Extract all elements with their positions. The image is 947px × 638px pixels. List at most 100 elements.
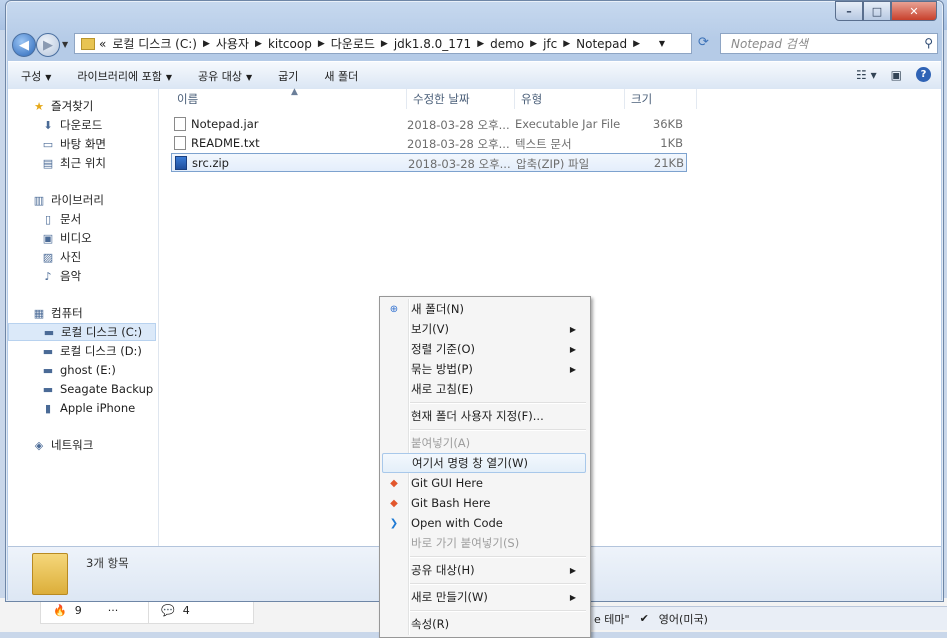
menu-item-label: Git Bash Here (411, 496, 491, 510)
breadcrumb-label: kitcoop (267, 36, 312, 51)
file-row[interactable]: Notepad.jar 2018-03-28 오후... Executable Ja… (171, 115, 687, 134)
nav-item[interactable]: ▭ 바탕 화면 (8, 135, 106, 153)
menu-item-label: Git GUI Here (411, 476, 483, 490)
maximize-button[interactable]: □ (863, 1, 891, 21)
menu-item[interactable]: 새로 고침(E) (382, 379, 586, 399)
menu-item[interactable]: 보기(V) ▶ (382, 319, 586, 339)
nav-item[interactable]: ⬇ 다운로드 (8, 116, 102, 134)
help-icon[interactable]: ? (916, 67, 931, 82)
column-header[interactable]: 크기 (625, 89, 697, 109)
command-bar: 구성 ▼ 라이브러리에 포함 ▼ 공유 대상 ▼ 굽기 새 폴더 ☷ ▾ ▣ ? (8, 61, 941, 90)
menu-item[interactable]: ◆ Git Bash Here (382, 493, 586, 513)
nav-item-label: 사진 (60, 250, 82, 264)
comment-icon: 💬 (161, 603, 175, 617)
column-header[interactable]: 유형 (515, 89, 625, 109)
nav-item[interactable]: ▮ Apple iPhone (8, 399, 135, 417)
toolbar-item[interactable]: 새 폴더 (311, 68, 371, 84)
close-button[interactable]: ✕ (891, 1, 937, 21)
search-icon[interactable]: ⚲ (924, 36, 933, 50)
nav-item[interactable]: ▬ 로컬 디스크 (C:) (8, 323, 156, 341)
file-size: 21KB (653, 156, 684, 170)
menu-item[interactable]: 묶는 방법(P) ▶ (382, 359, 586, 379)
nav-item[interactable]: ▯ 문서 (8, 210, 81, 228)
back-button[interactable]: ◀ (12, 33, 36, 57)
history-dropdown-icon[interactable]: ▼ (62, 40, 68, 49)
chevron-right-icon[interactable]: ▶ (633, 39, 640, 49)
address-dropdown-icon[interactable]: ▼ (659, 39, 665, 48)
menu-item[interactable]: ❯ Open with Code (382, 513, 586, 533)
chevron-right-icon[interactable]: ▶ (318, 39, 325, 49)
drive-icon: ▬ (42, 344, 54, 358)
nav-item[interactable]: ▨ 사진 (8, 248, 81, 266)
toolbar-item[interactable]: 구성 ▼ (8, 68, 64, 84)
address-bar[interactable]: « 로컬 디스크 (C:) ▶ 사용자 ▶ kitcoop ▶ 다운로드 ▶ jdk1.8.0_… (74, 33, 692, 54)
submenu-arrow-icon: ▶ (569, 592, 576, 602)
chevron-right-icon[interactable]: ▶ (255, 39, 262, 49)
nav-item[interactable]: ♪ 음악 (8, 267, 81, 285)
breadcrumb-label: Notepad (576, 36, 628, 51)
zip-file-icon (175, 156, 187, 170)
file-name: Notepad.jar (191, 117, 259, 131)
menu-item[interactable]: 정렬 기준(O) ▶ (382, 339, 586, 359)
nav-item-label: 최근 위치 (60, 156, 106, 170)
nav-item[interactable]: ▤ 최근 위치 (8, 154, 106, 172)
refresh-icon[interactable]: ⟳ (698, 35, 709, 50)
minimize-button[interactable]: – (835, 1, 863, 21)
nav-item[interactable]: ▣ 비디오 (8, 229, 92, 247)
language-indicator[interactable]: 영어(미국) (659, 611, 708, 627)
menu-item[interactable]: ⊕ 새 폴더(N) (382, 299, 586, 319)
overflow-crumb[interactable]: « (99, 37, 106, 51)
file-icon (174, 136, 186, 150)
column-header-label: 이름 (177, 92, 199, 106)
file-row[interactable]: README.txt 2018-03-28 오후... 텍스트 문서 1KB (171, 134, 687, 153)
menu-separator (410, 556, 586, 558)
menu-item: 붙여넣기(A) (382, 433, 586, 453)
chevron-right-icon[interactable]: ▶ (477, 39, 484, 49)
chevron-down-icon: ▼ (246, 72, 253, 82)
nav-item-label: 즐겨찾기 (51, 99, 94, 113)
view-options-icon[interactable]: ☷ ▾ (856, 68, 877, 82)
toolbar-item-label: 굽기 (278, 69, 299, 83)
nav-item[interactable]: ▬ ghost (E:) (8, 361, 116, 379)
menu-item[interactable]: ◆ Git GUI Here (382, 473, 586, 493)
chevron-right-icon[interactable]: ▶ (530, 39, 537, 49)
new-folder-icon: ⊕ (389, 303, 399, 315)
column-header[interactable]: 수정한 날짜 (407, 89, 515, 109)
column-header[interactable]: 이름 ▲ (171, 87, 407, 109)
nav-item[interactable]: ▦ 컴퓨터 (8, 304, 83, 322)
toolbar-item[interactable]: 굽기 (265, 68, 311, 84)
breadcrumb-item[interactable]: jdk1.8.0_171 ▶ (394, 35, 490, 52)
menu-item[interactable]: 속성(R) (382, 614, 586, 634)
menu-item[interactable]: 새로 만들기(W) ▶ (382, 587, 586, 607)
chevron-right-icon[interactable]: ▶ (203, 39, 210, 49)
file-row[interactable]: src.zip 2018-03-28 오후... 압축(ZIP) 파일 21KB (171, 153, 687, 172)
nav-item[interactable]: ◈ 네트워크 (8, 436, 94, 454)
breadcrumb-item[interactable]: 로컬 디스크 (C:) ▶ (112, 35, 216, 52)
breadcrumb-item[interactable]: jfc ▶ (543, 35, 576, 52)
toolbar-item-label: 새 폴더 (324, 69, 359, 83)
nav-item[interactable]: ▬ Seagate Backup Plu (8, 380, 158, 398)
address-row: ◀ ▶ ▼ « 로컬 디스크 (C:) ▶ 사용자 ▶ kitcoop ▶ 다운로드 ▶ jdk… (6, 31, 943, 57)
breadcrumb: 로컬 디스크 (C:) ▶ 사용자 ▶ kitcoop ▶ 다운로드 ▶ jdk1.8.0_17… (112, 35, 646, 52)
nav-item[interactable]: ▬ 로컬 디스크 (D:) (8, 342, 142, 360)
breadcrumb-item[interactable]: demo ▶ (490, 35, 543, 52)
menu-item[interactable]: 공유 대상(H) ▶ (382, 560, 586, 580)
breadcrumb-item[interactable]: 다운로드 ▶ (331, 35, 394, 52)
toolbar-item[interactable]: 라이브러리에 포함 ▼ (64, 68, 185, 84)
nav-item[interactable]: ★ 즐겨찾기 (8, 97, 93, 115)
nav-item[interactable]: ▥ 라이브러리 (8, 191, 104, 209)
toolbar-item[interactable]: 공유 대상 ▼ (185, 68, 265, 84)
menu-item[interactable]: 여기서 명령 창 열기(W) (382, 453, 586, 473)
breadcrumb-item[interactable]: Notepad ▶ (576, 35, 646, 52)
preview-pane-icon[interactable]: ▣ (891, 68, 902, 82)
search-input[interactable]: Notepad 검색 ⚲ (720, 33, 938, 54)
item-count: 3개 항목 (86, 556, 129, 570)
forward-button[interactable]: ▶ (36, 33, 60, 57)
menu-item[interactable]: 현재 폴더 사용자 지정(F)... (382, 406, 586, 426)
fire-emoji-icon: 🔥 (53, 603, 67, 617)
chevron-right-icon[interactable]: ▶ (381, 39, 388, 49)
breadcrumb-item[interactable]: kitcoop ▶ (268, 35, 331, 52)
chevron-right-icon[interactable]: ▶ (563, 39, 570, 49)
more-icon[interactable]: ··· (108, 604, 119, 617)
breadcrumb-item[interactable]: 사용자 ▶ (216, 35, 268, 52)
